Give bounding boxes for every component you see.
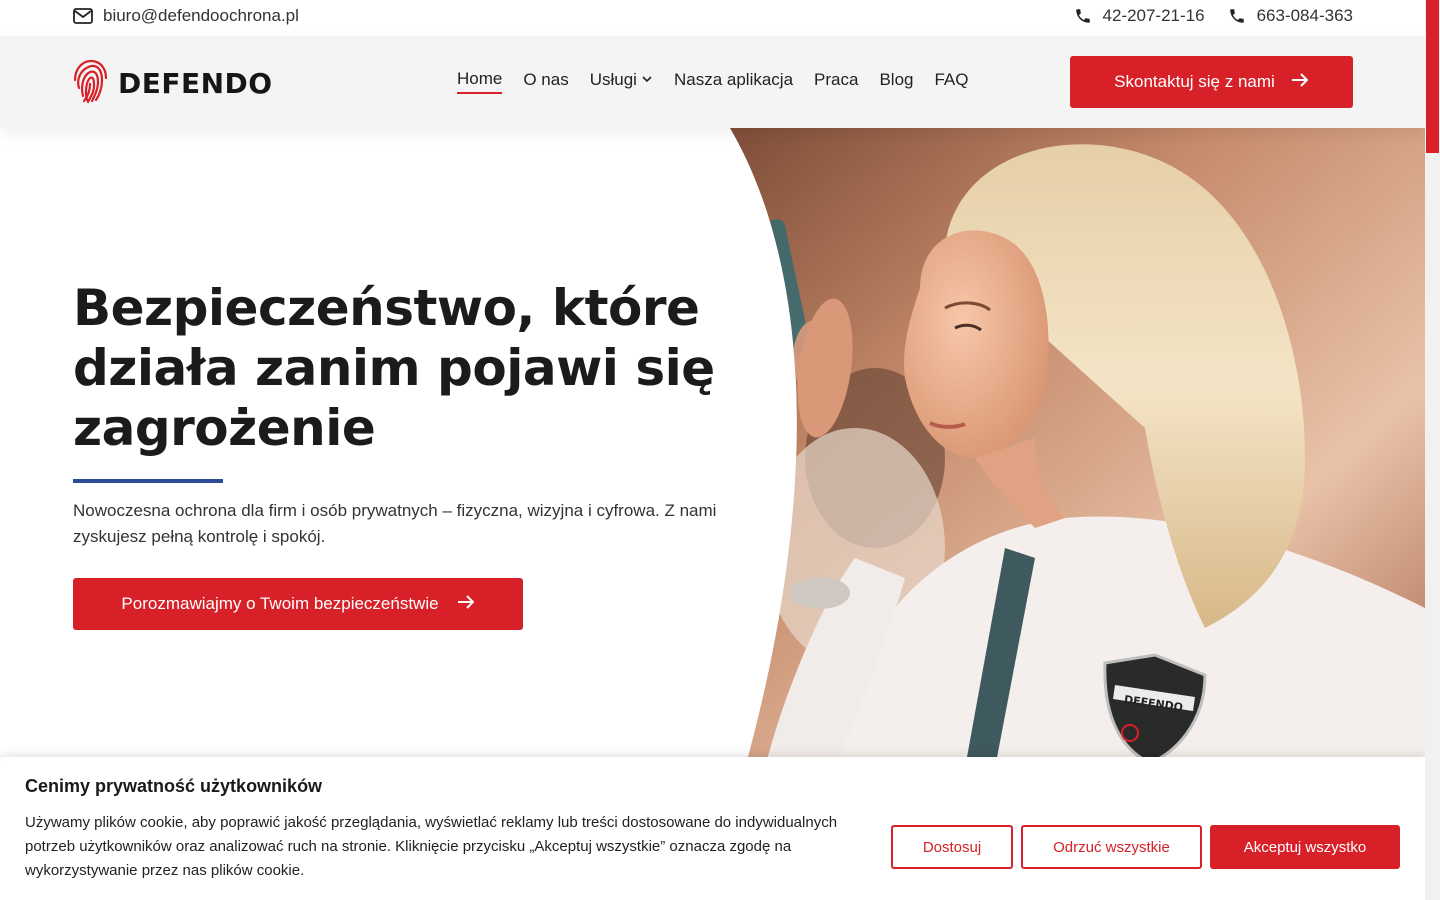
nav-item-jobs[interactable]: Praca [814,70,858,93]
contact-us-label: Skontaktuj się z nami [1114,72,1275,91]
arrow-right-icon [457,594,475,615]
nav-item-services[interactable]: Usługi [590,70,653,93]
hero-subtitle: Nowoczesna ochrona dla firm i osób prywa… [73,501,717,546]
cookie-reject-all-button[interactable]: Odrzuć wszystkie [1021,825,1202,869]
logo-link[interactable]: DEFENDO [72,58,273,109]
nav-item-home[interactable]: Home [457,69,503,94]
nav-item-app[interactable]: Nasza aplikacja [674,70,793,93]
cookie-title: Cenimy prywatność użytkowników [25,776,323,796]
page-scrollbar[interactable] [1425,0,1440,900]
site-header: DEFENDO Home O nas Usługi Nasza aplikacj… [0,36,1425,128]
phone-icon [1227,6,1247,26]
scrollbar-thumb[interactable] [1426,0,1439,153]
hero-photo: DEFENDO [705,128,1425,768]
top-contact-bar: biuro@defendoochrona.pl 42-207-21-16 663… [0,0,1425,36]
chevron-down-icon [641,70,653,90]
phone-number-1: 42-207-21-16 [1102,6,1205,25]
envelope-icon [73,6,93,26]
cookie-accept-all-button[interactable]: Akceptuj wszystko [1210,825,1400,869]
contact-us-button[interactable]: Skontaktuj się z nami [1070,56,1353,108]
phone-list: 42-207-21-16 663-084-363 [1073,6,1353,26]
phone-link-2[interactable]: 663-084-363 [1227,6,1353,26]
hero-divider [73,479,223,483]
phone-icon [1073,6,1093,26]
hero-title: Bezpieczeństwo, które działa zanim pojaw… [73,279,715,457]
logo-text: DEFENDO [118,67,273,100]
talk-about-security-label: Porozmawiajmy o Twoim bezpieczeństwie [121,594,439,613]
email-link[interactable]: biuro@defendoochrona.pl [73,6,299,26]
arrow-right-icon [1291,72,1309,93]
hero-section: DEFENDO Bezpieczeństwo, które działa zan… [0,128,1425,768]
phone-number-2: 663-084-363 [1256,6,1353,25]
nav-item-faq[interactable]: FAQ [934,70,968,93]
cookie-customize-button[interactable]: Dostosuj [891,825,1013,869]
main-nav: Home O nas Usługi Nasza aplikacja Praca … [457,69,969,94]
fingerprint-logo-icon [72,58,108,109]
nav-item-about[interactable]: O nas [523,70,568,93]
nav-item-services-label: Usługi [589,70,637,89]
talk-about-security-button[interactable]: Porozmawiajmy o Twoim bezpieczeństwie [73,578,523,630]
email-text: biuro@defendoochrona.pl [103,6,299,25]
cookie-text: Używamy plików cookie, aby poprawić jako… [25,814,838,879]
cookie-consent-banner: Cenimy prywatność użytkowników Używamy p… [0,757,1425,900]
phone-link-1[interactable]: 42-207-21-16 [1073,6,1205,26]
nav-item-blog[interactable]: Blog [879,70,913,93]
